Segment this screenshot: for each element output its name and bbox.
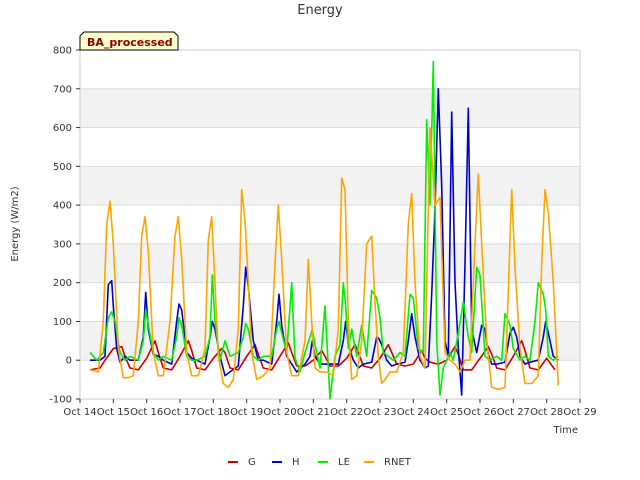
x-tick-label: Oct 29 xyxy=(563,407,596,418)
legend-label-rnet: RNET xyxy=(384,457,412,468)
x-tick-label: Oct 25 xyxy=(430,407,463,418)
x-tick-label: Oct 22 xyxy=(330,407,363,418)
y-tick-label: -100 xyxy=(49,395,72,406)
y-axis-label: Energy (W/m2) xyxy=(10,186,21,261)
y-axis-ticks: -100 0 100 200 300 400 500 600 700 800 xyxy=(49,46,80,406)
legend-label-h: H xyxy=(292,457,300,468)
y-tick-label: 200 xyxy=(53,278,72,289)
y-tick-label: 600 xyxy=(53,123,72,134)
x-tick-label: Oct 18 xyxy=(197,407,230,418)
plot-band xyxy=(80,166,580,206)
plot-band xyxy=(80,243,580,283)
x-tick-label: Oct 16 xyxy=(130,407,163,418)
plot-band xyxy=(80,88,580,128)
energy-chart: Energy -100 0 100 200 300 400 500 600 700 800 Oct… xyxy=(10,3,597,468)
legend-label-g: G xyxy=(248,457,256,468)
x-axis-label: Time xyxy=(553,425,578,436)
y-tick-label: 700 xyxy=(53,84,72,95)
chart-title: Energy xyxy=(297,3,343,18)
badge-text: BA_processed xyxy=(87,36,173,49)
x-tick-label: Oct 17 xyxy=(163,407,196,418)
x-tick-label: Oct 21 xyxy=(297,407,330,418)
y-tick-label: 400 xyxy=(53,201,72,212)
x-tick-label: Oct 20 xyxy=(263,407,296,418)
y-tick-label: 300 xyxy=(53,239,72,250)
x-tick-label: Oct 15 xyxy=(97,407,130,418)
legend: G H LE RNET xyxy=(228,457,412,468)
x-tick-label: Oct 27 xyxy=(497,407,530,418)
y-tick-label: 0 xyxy=(66,356,72,367)
y-tick-label: 500 xyxy=(53,162,72,173)
x-tick-label: Oct 26 xyxy=(463,407,496,418)
y-tick-label: 800 xyxy=(53,46,72,57)
processing-badge: BA_processed xyxy=(79,31,179,51)
x-tick-label: Oct 24 xyxy=(397,407,430,418)
x-tick-label: Oct 28 xyxy=(530,407,563,418)
x-axis-ticks: Oct 14 Oct 15 Oct 16 Oct 17 Oct 18 Oct 19 Oct … xyxy=(63,399,597,418)
x-tick-label: Oct 23 xyxy=(363,407,396,418)
legend-label-le: LE xyxy=(338,457,350,468)
y-tick-label: 100 xyxy=(53,317,72,328)
x-tick-label: Oct 14 xyxy=(63,407,96,418)
x-tick-label: Oct 19 xyxy=(230,407,263,418)
